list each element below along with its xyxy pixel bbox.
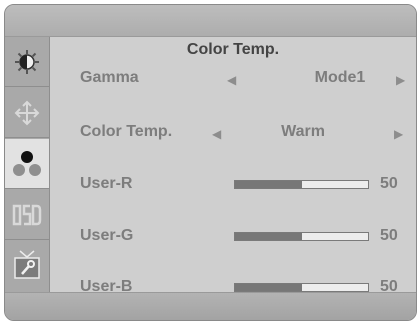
user-b-slider[interactable]	[234, 283, 369, 292]
tab-position[interactable]	[5, 88, 49, 138]
user-r-slider[interactable]	[234, 180, 369, 189]
brightness-icon	[15, 49, 39, 74]
gamma-right-arrow-icon[interactable]: ▶	[396, 73, 405, 87]
gamma-label: Gamma	[80, 69, 139, 86]
menu-title: Color Temp.	[186, 41, 280, 58]
bottom-bar	[5, 292, 416, 320]
gamma-value[interactable]: Mode1	[280, 69, 400, 87]
color-temp-left-arrow-icon[interactable]: ◀	[212, 127, 221, 141]
tab-osd[interactable]	[5, 190, 49, 240]
tab-brightness[interactable]	[5, 37, 49, 87]
tab-setup[interactable]	[5, 241, 49, 291]
user-r-value: 50	[380, 175, 398, 192]
user-r-label: User-R	[80, 175, 133, 192]
settings-panel: Color Temp. Gamma ◀ Mode1 ▶ Color Temp. …	[50, 37, 416, 295]
top-bar	[5, 5, 416, 37]
color-temp-label: Color Temp.	[80, 123, 173, 140]
gamma-left-arrow-icon[interactable]: ◀	[227, 73, 236, 87]
user-g-fill	[235, 233, 302, 240]
user-g-value: 50	[380, 227, 398, 244]
user-b-fill	[235, 284, 302, 291]
user-r-fill	[235, 181, 302, 188]
tv-wrench-icon	[14, 250, 40, 279]
osd-icon	[12, 204, 42, 225]
osd-menu: Color Temp. Gamma ◀ Mode1 ▶ Color Temp. …	[4, 4, 417, 321]
color-temp-right-arrow-icon[interactable]: ▶	[394, 127, 403, 141]
color-temp-value[interactable]: Warm	[243, 123, 363, 141]
tab-color[interactable]	[5, 139, 49, 189]
color-dots-icon	[13, 150, 41, 176]
sidebar	[5, 37, 50, 293]
user-g-slider[interactable]	[234, 232, 369, 241]
position-arrows-icon	[14, 100, 40, 125]
user-g-label: User-G	[80, 227, 134, 244]
